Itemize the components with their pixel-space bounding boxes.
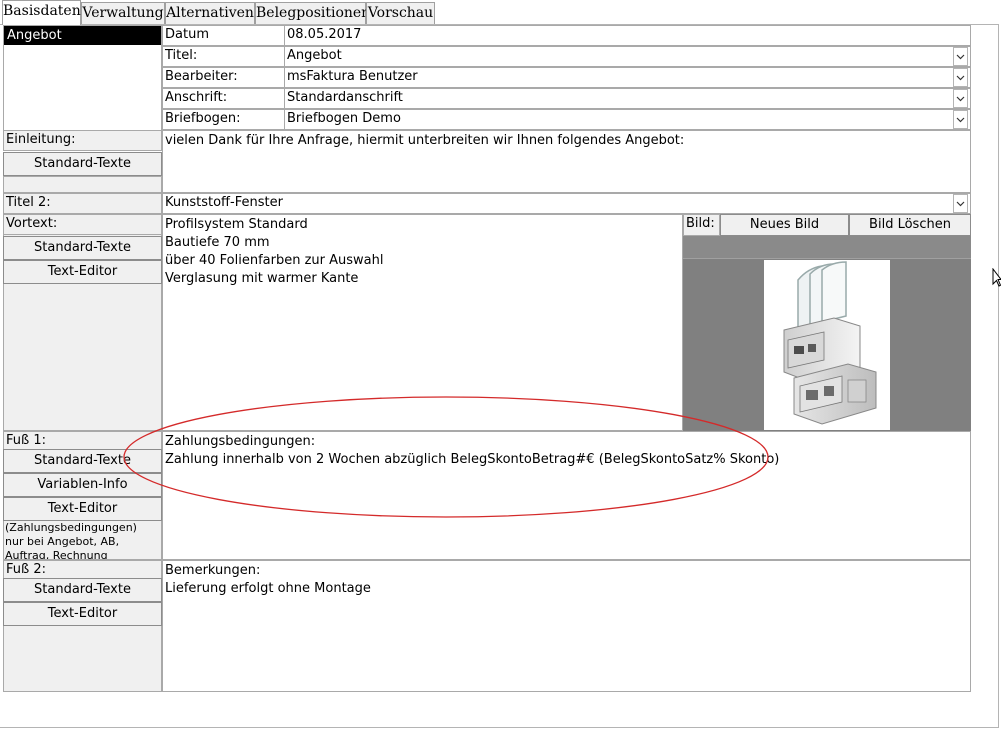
titel2-label: Titel 2: (3, 193, 162, 214)
briefbogen-combobox[interactable]: Briefbogen Demo (284, 109, 971, 130)
tab-belegpositionen[interactable]: Belegpositionen (255, 2, 370, 24)
fuss1-textarea[interactable]: Zahlungsbedingungen: Zahlung innerhalb v… (162, 431, 971, 560)
fuss1-variablen-info-button[interactable]: Variablen-Info (3, 473, 162, 497)
bearbeiter-label: Bearbeiter: (162, 67, 285, 88)
bild-toolbar-strip (683, 236, 971, 259)
vortext-text-editor-button[interactable]: Text-Editor (3, 260, 162, 284)
tab-vorschau[interactable]: Vorschau (366, 2, 435, 24)
neues-bild-button[interactable]: Neues Bild (720, 214, 849, 236)
einleitung-textarea[interactable]: vielen Dank für Ihre Anfrage, hiermit un… (162, 130, 971, 193)
fuss1-hint: (Zahlungsbedingungen) nur bei Angebot, A… (5, 521, 137, 559)
doc-type-selected-item[interactable]: Angebot (4, 26, 161, 45)
vortext-textarea[interactable]: Profilsystem Standard Bautiefe 70 mm übe… (162, 214, 683, 431)
doc-type-list[interactable]: Angebot (3, 25, 162, 131)
bearbeiter-dropdown-icon[interactable] (953, 68, 968, 87)
anschrift-dropdown-icon[interactable] (953, 89, 968, 108)
titel2-combobox[interactable]: Kunststoff-Fenster (162, 193, 971, 214)
fuss2-standard-texte-button[interactable]: Standard-Texte (3, 578, 162, 602)
datum-label: Datum (162, 25, 285, 46)
bild-label: Bild: (683, 214, 720, 236)
tab-alternativen[interactable]: Alternativen (165, 2, 255, 24)
titel2-dropdown-icon[interactable] (953, 194, 968, 213)
fuss1-standard-texte-button[interactable]: Standard-Texte (3, 449, 162, 473)
tab-verwaltung[interactable]: Verwaltung (81, 2, 165, 24)
briefbogen-label: Briefbogen: (162, 109, 285, 130)
fuss2-label: Fuß 2: (3, 560, 162, 579)
fuss1-label: Fuß 1: (3, 431, 162, 450)
anschrift-label: Anschrift: (162, 88, 285, 109)
einleitung-spacer (3, 176, 162, 193)
fuss2-textarea[interactable]: Bemerkungen: Lieferung erfolgt ohne Mont… (162, 560, 971, 692)
bearbeiter-combobox[interactable]: msFaktura Benutzer (284, 67, 971, 88)
titel-combobox[interactable]: Angebot (284, 46, 971, 67)
tab-basisdaten[interactable]: Basisdaten (2, 0, 81, 25)
einleitung-standard-texte-button[interactable]: Standard-Texte (3, 152, 162, 176)
titel2-value: Kunststoff-Fenster (165, 195, 283, 210)
vortext-label: Vortext: (3, 214, 162, 235)
window-profile-image (764, 260, 890, 430)
titel-label: Titel: (162, 46, 285, 67)
anschrift-value: Standardanschrift (287, 90, 403, 105)
datum-field[interactable]: 08.05.2017 (284, 25, 971, 46)
bearbeiter-value: msFaktura Benutzer (287, 69, 418, 84)
titel-value: Angebot (287, 48, 342, 63)
mouse-cursor-icon (992, 268, 1001, 287)
anschrift-combobox[interactable]: Standardanschrift (284, 88, 971, 109)
fuss2-text-editor-button[interactable]: Text-Editor (3, 602, 162, 626)
briefbogen-value: Briefbogen Demo (287, 111, 401, 126)
vortext-standard-texte-button[interactable]: Standard-Texte (3, 236, 162, 260)
briefbogen-dropdown-icon[interactable] (953, 110, 968, 129)
titel-dropdown-icon[interactable] (953, 47, 968, 66)
einleitung-label: Einleitung: (3, 130, 162, 151)
fuss1-text-editor-button[interactable]: Text-Editor (3, 497, 162, 521)
bild-loeschen-button[interactable]: Bild Löschen (849, 214, 971, 236)
